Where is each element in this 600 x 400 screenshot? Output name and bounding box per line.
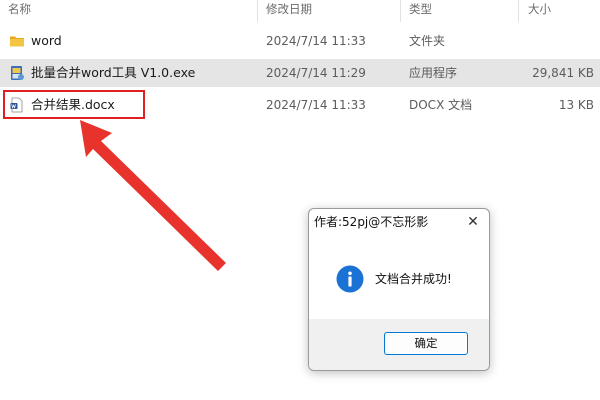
column-header-name[interactable]: 名称 — [8, 1, 31, 19]
dialog-title: 作者:52pj@不忘形影 — [314, 215, 429, 229]
column-header-date[interactable]: 修改日期 — [266, 1, 312, 19]
file-name: word — [31, 33, 62, 48]
file-row-word-folder[interactable]: word 2024/7/14 11:33 文件夹 — [0, 27, 600, 55]
file-date: 2024/7/14 11:29 — [266, 66, 366, 80]
column-header-bar: 名称 修改日期 类型 大小 — [0, 0, 600, 22]
close-icon[interactable]: ✕ — [463, 212, 483, 232]
column-header-type[interactable]: 类型 — [409, 1, 432, 19]
file-row-exe[interactable]: 批量合并word工具 V1.0.exe 2024/7/14 11:29 应用程序… — [0, 59, 600, 87]
dialog-body: 文档合并成功! — [309, 239, 489, 319]
file-type: 应用程序 — [409, 66, 458, 80]
exe-installer-icon — [11, 66, 24, 80]
file-name: 批量合并word工具 V1.0.exe — [31, 65, 196, 80]
dialog-footer: 确定 — [309, 319, 489, 370]
file-size: 29,841 KB — [532, 66, 594, 80]
file-type: DOCX 文档 — [409, 98, 473, 112]
file-date: 2024/7/14 11:33 — [266, 34, 366, 48]
column-divider[interactable] — [400, 0, 401, 22]
info-icon — [336, 265, 364, 293]
ok-button[interactable]: 确定 — [384, 332, 468, 355]
column-divider[interactable] — [518, 0, 519, 22]
folder-icon — [10, 36, 24, 47]
dialog-message: 文档合并成功! — [375, 272, 452, 286]
file-type: 文件夹 — [409, 34, 446, 48]
column-header-size[interactable]: 大小 — [528, 1, 551, 19]
message-dialog: 作者:52pj@不忘形影 ✕ 文档合并成功! 确定 — [308, 208, 490, 371]
annotation-highlight-box — [3, 90, 145, 119]
file-size: 13 KB — [558, 98, 594, 112]
file-size — [519, 27, 594, 55]
file-date: 2024/7/14 11:33 — [266, 98, 366, 112]
column-divider[interactable] — [257, 0, 258, 22]
